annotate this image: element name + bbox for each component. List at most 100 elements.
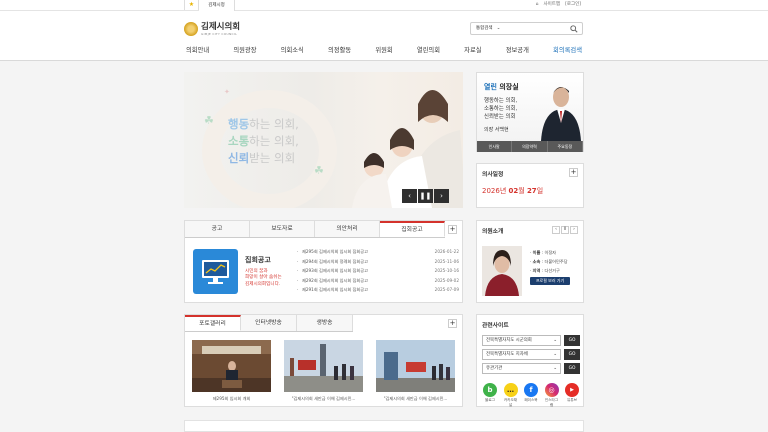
tab-speaker-activities[interactable]: 주요동정 [548, 141, 583, 152]
council-emblem-icon [184, 22, 198, 36]
sns-link-facebook[interactable]: f 페이스북 [523, 383, 539, 408]
tab-photo-gallery[interactable]: 포토갤러리 [185, 315, 241, 331]
tab-internet-broadcast[interactable]: 인터넷방송 [241, 315, 297, 331]
gallery-photo[interactable] [376, 340, 455, 392]
media-tabs: 포토갤러리 인터넷방송 생방송 [185, 315, 353, 332]
nav-item-committee[interactable]: 위원회 [373, 45, 394, 54]
notice-panel: 공고 보도자료 의안처리 집회공고 + 집회공고 시민의 꿈과 희망이 살아 숨… [184, 220, 463, 303]
go-button[interactable]: GO [564, 363, 580, 374]
star-icon[interactable]: ★ [184, 0, 199, 10]
utility-links: ⌂ 사이트맵 [로그인] [531, 0, 581, 10]
top-utility-bar: ★ 김제시청 ⌂ 사이트맵 [로그인] [0, 0, 768, 11]
schedule-panel: 의사일정 + 2026년 02월 27일 [476, 163, 584, 208]
go-button[interactable]: GO [564, 335, 580, 346]
related-title: 관련사이트 [482, 323, 509, 329]
plus-icon[interactable]: + [569, 168, 578, 177]
pause-icon[interactable]: ❚❚ [418, 189, 433, 203]
login-link[interactable]: [로그인] [565, 2, 581, 7]
gallery-caption[interactable]: "김제시의회 새만금 이해 김제시민... [376, 396, 455, 402]
notice-title[interactable]: 제292회 김제시의회 임시회 집회공고 [302, 278, 368, 283]
related-agencies-select[interactable]: 유관기관 ⌄ [482, 363, 561, 374]
site-header: 김제시의회 GIMJE CITY COUNCIL 통합검색 ⌄ 의회안내 의원광장… [0, 11, 768, 61]
home-icon[interactable]: ⌂ [536, 2, 539, 7]
tab-press-release[interactable]: 보도자료 [250, 221, 315, 237]
field-label: 이름 [532, 250, 541, 255]
schedule-day: 27 [526, 187, 537, 195]
search-scope-select[interactable]: 통합검색 ⌄ [476, 23, 500, 35]
local-governments-select[interactable]: 전북특별자치도 지자체 ⌄ [482, 349, 561, 360]
tab-greeting[interactable]: 인사말 [477, 141, 513, 152]
chevron-down-icon: ⌄ [553, 352, 557, 357]
chevron-right-icon[interactable]: › [434, 189, 449, 203]
pause-icon[interactable]: ll [561, 226, 569, 234]
nav-item-activities[interactable]: 의정활동 [326, 45, 353, 54]
gallery-photo[interactable] [192, 340, 271, 392]
info-row: · 이름 : 이정자 [530, 250, 557, 255]
tab-announcement[interactable]: 공고 [185, 221, 250, 237]
tab-bill-processing[interactable]: 의안처리 [315, 221, 380, 237]
sns-label: 블로그 [485, 398, 495, 402]
notice-title[interactable]: 제291회 김제시의회 임시회 집회공고 [302, 287, 368, 292]
speaker-card[interactable]: 열린 의장실 행동하는 의회, 소통하는 의회, 신뢰받는 의회 의장 서백현 [477, 73, 583, 141]
notice-heading: 집회공고 [245, 256, 271, 264]
view-profile-button[interactable]: 프로필 보러 가기 [530, 277, 570, 285]
info-row: · 소속 : 더불어민주당 [530, 259, 568, 264]
instagram-icon: ◎ [544, 383, 559, 397]
title-rest: 의장실 [496, 83, 519, 91]
sitemap-link[interactable]: 사이트맵 [544, 2, 561, 7]
sns-link-blog[interactable]: b 블로그 [482, 383, 498, 408]
plus-icon[interactable]: + [448, 319, 457, 328]
site-tab-city-hall[interactable]: 김제시청 [199, 0, 235, 11]
hero-banner[interactable]: ☘ ☘ ✦ 행동하는 의회, 소통하는 의회, 신뢰받는 의회 ‹ ❚❚ › [184, 72, 463, 208]
list-item[interactable]: 제292회 김제시의회 임시회 집회공고 2025-09-02 [297, 276, 459, 286]
nav-item-council-info[interactable]: 의회안내 [184, 45, 211, 54]
logo-subtitle: GIMJE CITY COUNCIL [201, 31, 238, 36]
notice-desc-line: 김제시의회입니다. [245, 281, 281, 287]
list-item[interactable]: 제293회 김제시의회 임시회 집회공고 2025-10-16 [297, 266, 459, 276]
gallery-caption[interactable]: "김제시의회 새만금 이해 김제시민... [284, 396, 363, 402]
logo-title: 김제시의회 [201, 21, 241, 32]
main-navigation: 의회안내 의원광장 의회소식 의정활동 위원회 열린의회 자료실 정보공개 회의… [184, 45, 584, 54]
related-site-row: 전북특별자치도 지자체 ⌄ GO [482, 349, 580, 360]
list-item[interactable]: 제291회 김제시의회 임시회 집회공고 2025-07-09 [297, 285, 459, 295]
nav-item-member-plaza[interactable]: 의원광장 [231, 45, 258, 54]
municipal-councils-select[interactable]: 전북특별자치도 시군의회 ⌄ [482, 335, 561, 346]
title-emphasis: 열린 [484, 83, 497, 91]
tab-session-notice[interactable]: 집회공고 [380, 221, 445, 237]
chevron-left-icon[interactable]: ‹ [552, 226, 560, 234]
nav-item-disclosure[interactable]: 정보공개 [504, 45, 531, 54]
speaker-motto-line: 행동하는 의회, [484, 98, 518, 104]
sns-link-kakao[interactable]: … 카카오채널 [503, 383, 519, 408]
facebook-icon: f [524, 383, 538, 397]
sns-links: b 블로그 … 카카오채널 f 페이스북 ◎ 인스타그램 ▶ 유튜브 [482, 383, 580, 408]
notice-title[interactable]: 제294회 김제시의회 정례회 집회공고 [302, 259, 368, 264]
nav-item-archive[interactable]: 자료실 [462, 45, 483, 54]
nav-item-council-news[interactable]: 의회소식 [279, 45, 306, 54]
chevron-right-icon[interactable]: › [570, 226, 578, 234]
tab-live-broadcast[interactable]: 생방송 [297, 315, 353, 331]
site-logo[interactable]: 김제시의회 GIMJE CITY COUNCIL [184, 22, 240, 36]
list-item[interactable]: 제295회 김제시의회 임시회 집회공고 2026-01-22 [297, 247, 459, 257]
sns-link-instagram[interactable]: ◎ 인스타그램 [544, 383, 560, 408]
search-icon[interactable] [570, 25, 578, 33]
notice-date: 2025-09-02 [434, 277, 459, 283]
search-bar[interactable]: 통합검색 ⌄ [470, 22, 583, 35]
list-item[interactable]: 제294회 김제시의회 정례회 집회공고 2025-11-06 [297, 257, 459, 267]
councilor-info: · 이름 : 이정자 · 소속 : 더불어민주당 · 지역 : 다선거구 [530, 248, 568, 275]
go-button[interactable]: GO [564, 349, 580, 360]
chevron-left-icon[interactable]: ‹ [402, 189, 417, 203]
nav-item-open-council[interactable]: 열린의회 [415, 45, 442, 54]
gallery-caption[interactable]: 제295회 임시회 개회 [192, 396, 271, 402]
select-value: 전북특별자치도 시군의회 [486, 338, 532, 343]
day-unit: 일 [536, 187, 544, 195]
tab-speaker-profile[interactable]: 의장약력 [512, 141, 548, 152]
notice-title[interactable]: 제293회 김제시의회 임시회 집회공고 [302, 268, 368, 273]
gallery-photo[interactable] [284, 340, 363, 392]
notice-title[interactable]: 제295회 김제시의회 임시회 집회공고 [302, 249, 368, 254]
confetti-icon: ✦ [224, 88, 230, 96]
nav-item-minutes-search[interactable]: 회의록검색 [551, 45, 584, 54]
plus-icon[interactable]: + [448, 225, 457, 234]
field-value: 다선거구 [544, 268, 560, 273]
sns-link-youtube[interactable]: ▶ 유튜브 [564, 383, 580, 408]
schedule-date[interactable]: 2026년 02월 27일 [482, 186, 543, 196]
